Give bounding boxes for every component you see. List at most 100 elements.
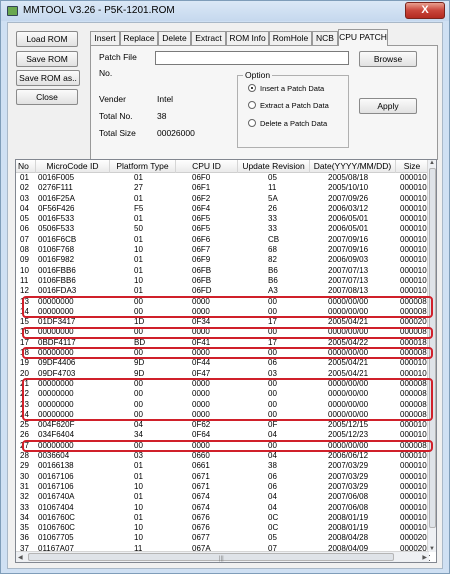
patch-file-input[interactable] [155, 51, 349, 65]
table-cell: 32 [20, 492, 29, 502]
table-cell: 2005/12/15 [328, 420, 369, 430]
table-cell: 00167106 [38, 481, 74, 491]
scroll-up-icon[interactable]: ▲ [429, 160, 435, 166]
radio-icon[interactable] [248, 101, 256, 109]
table-cell: 01067404 [38, 502, 74, 512]
tab-rom-info[interactable]: ROM Info [226, 31, 269, 45]
column-header[interactable]: CPU ID [176, 160, 238, 173]
tab-cpu-patch[interactable]: CPU PATCH [338, 29, 388, 46]
scroll-down-icon[interactable]: ▼ [429, 546, 435, 552]
option-delete-label: Delete a Patch Data [260, 119, 328, 128]
table-row[interactable]: 02 0276F111 27 06F1 11 2005/10/10 0000100 [16, 183, 430, 193]
table-row[interactable]: 11 0106FBB6 10 06FB B6 2007/07/13 0000100 [16, 275, 430, 286]
table-cell: 2007/07/13 [328, 275, 369, 285]
save-rom-as-button[interactable]: Save ROM as.. [16, 70, 80, 86]
column-header[interactable]: Platform Type [110, 160, 176, 173]
table-row[interactable]: 04 0F56F426 F5 06F4 26 2006/03/12 0000100 [16, 204, 430, 214]
apply-button[interactable]: Apply [359, 98, 417, 114]
table-cell: 34 [20, 512, 29, 522]
option-extract-label: Extract a Patch Data [260, 101, 329, 110]
table-row[interactable]: 09 0016F982 01 06F9 82 2006/09/03 0000100 [16, 255, 430, 265]
radio-selected-icon[interactable] [248, 84, 256, 92]
table-row[interactable]: 08 0106F768 10 06F7 68 2007/09/16 0000100 [16, 245, 430, 255]
radio-icon[interactable] [248, 119, 256, 127]
table-row[interactable]: 07 0016F6CB 01 06F6 CB 2007/09/16 0000100 [16, 234, 430, 245]
close-rom-button[interactable]: Close [16, 89, 78, 105]
table-cell: 38 [268, 461, 277, 471]
option-insert-label: Insert a Patch Data [260, 84, 325, 93]
table-row[interactable]: 35 0106760C 10 0676 0C 2008/01/19 0000100 [16, 523, 430, 533]
table-row[interactable]: 30 00167106 01 0671 06 2007/03/29 0000100 [16, 471, 430, 482]
total-no-value: 38 [157, 111, 167, 121]
table-cell: B6 [268, 275, 278, 285]
table-cell: 0016FBB6 [38, 265, 76, 275]
table-cell: 0660 [192, 451, 210, 461]
table-cell: 0000100 [400, 255, 430, 265]
table-cell: 11 [20, 275, 29, 285]
option-extract[interactable]: Extract a Patch Data [248, 101, 329, 112]
table-cell: 2007/09/16 [328, 245, 369, 255]
scroll-left-icon[interactable]: ◀ [18, 554, 23, 561]
load-rom-button[interactable]: Load ROM [16, 31, 78, 47]
table-row[interactable]: 25 004F620F 04 0F62 0F 2005/12/15 0000100 [16, 420, 430, 430]
table-row[interactable]: 36 01067705 10 0677 05 2008/04/28 0000200 [16, 533, 430, 543]
tab-extract[interactable]: Extract [191, 31, 226, 45]
column-header[interactable]: Update Revision [238, 160, 310, 173]
column-header[interactable]: Date(YYYY/MM/DD) [310, 160, 396, 173]
table-row[interactable]: 19 09DF4406 9D 0F44 06 2005/04/21 0000100 [16, 358, 430, 368]
tab-ncb[interactable]: NCB [312, 31, 338, 45]
table-cell: 0674 [192, 502, 210, 512]
table-cell: 2005/04/21 [328, 358, 369, 368]
table-row[interactable]: 03 0016F25A 01 06F2 5A 2007/09/26 0000100 [16, 193, 430, 204]
table-cell: 06F5 [192, 224, 211, 234]
horizontal-scroll-thumb[interactable]: ||| [28, 553, 394, 562]
table-row[interactable]: 15 01DF3417 1D 0F34 17 2005/04/21 0000200 [16, 317, 430, 327]
tab-romhole[interactable]: RomHole [269, 31, 312, 45]
table-cell: 01 [134, 234, 143, 244]
table-row[interactable]: 01 0016F005 01 06F0 05 2005/08/18 0000100 [16, 173, 430, 183]
client-area: Load ROM Save ROM Save ROM as.. Close In… [7, 22, 443, 569]
tab-delete[interactable]: Delete [158, 31, 191, 45]
empty-patch-highlight [22, 378, 433, 422]
horizontal-scrollbar[interactable]: ◀ ||| ▶ [16, 551, 429, 562]
table-header: No MicroCode ID Platform Type CPU ID Upd… [16, 160, 429, 173]
table-row[interactable]: 28 0036604 03 0660 04 2006/06/12 0000100 [16, 451, 430, 461]
table-cell: 06F6 [192, 234, 211, 244]
column-header[interactable]: MicroCode ID [36, 160, 110, 173]
table-cell: 10 [134, 275, 143, 285]
table-cell: 0000100 [400, 523, 430, 533]
table-row[interactable]: 31 00167106 10 0671 06 2007/03/29 0000100 [16, 481, 430, 492]
tab-replace[interactable]: Replace [120, 31, 158, 45]
option-insert[interactable]: Insert a Patch Data [248, 84, 324, 95]
table-cell: 0000100 [400, 234, 430, 244]
cpu-patch-panel: Patch File Browse No. Vender Intel Total… [90, 45, 438, 160]
empty-patch-highlight [22, 347, 433, 360]
table-cell: 82 [268, 255, 277, 265]
option-delete[interactable]: Delete a Patch Data [248, 119, 327, 130]
table-cell: 30 [20, 471, 29, 481]
table-row[interactable]: 33 01067404 10 0674 04 2007/06/08 0000100 [16, 502, 430, 513]
table-row[interactable]: 05 0016F533 01 06F5 33 2006/05/01 0000100 [16, 214, 430, 224]
table-row[interactable]: 06 0506F533 50 06F5 33 2006/05/01 0000100 [16, 224, 430, 234]
save-rom-button[interactable]: Save ROM [16, 51, 78, 67]
column-header[interactable]: Size [396, 160, 429, 173]
table-cell: 0000100 [400, 173, 430, 182]
table-row[interactable]: 32 0016740A 01 0674 04 2007/06/08 0000100 [16, 492, 430, 502]
table-cell: 2008/01/19 [328, 523, 369, 533]
table-cell: 01 [134, 193, 143, 203]
scroll-right-icon[interactable]: ▶ [422, 554, 427, 561]
table-cell: 04 [134, 420, 143, 430]
title-bar[interactable]: MMTOOL V3.26 - P5K-1201.ROM X [1, 1, 449, 21]
window-close-button[interactable]: X [405, 2, 445, 19]
browse-button[interactable]: Browse [359, 51, 417, 67]
table-row[interactable]: 29 00166138 01 0661 38 2007/03/29 0000100 [16, 461, 430, 471]
table-row[interactable]: 10 0016FBB6 01 06FB B6 2007/07/13 0000100 [16, 265, 430, 276]
tab-insert[interactable]: Insert [90, 31, 120, 45]
table-cell: 09 [20, 255, 29, 265]
window-title: MMTOOL V3.26 - P5K-1201.ROM [23, 5, 175, 16]
column-header[interactable]: No [16, 160, 36, 173]
table-cell: 06 [268, 481, 277, 491]
grip-icon: ||| [219, 556, 224, 562]
table-cell: 06 [268, 358, 277, 368]
table-row[interactable]: 34 0016760C 01 0676 0C 2008/01/19 0000100 [16, 512, 430, 523]
